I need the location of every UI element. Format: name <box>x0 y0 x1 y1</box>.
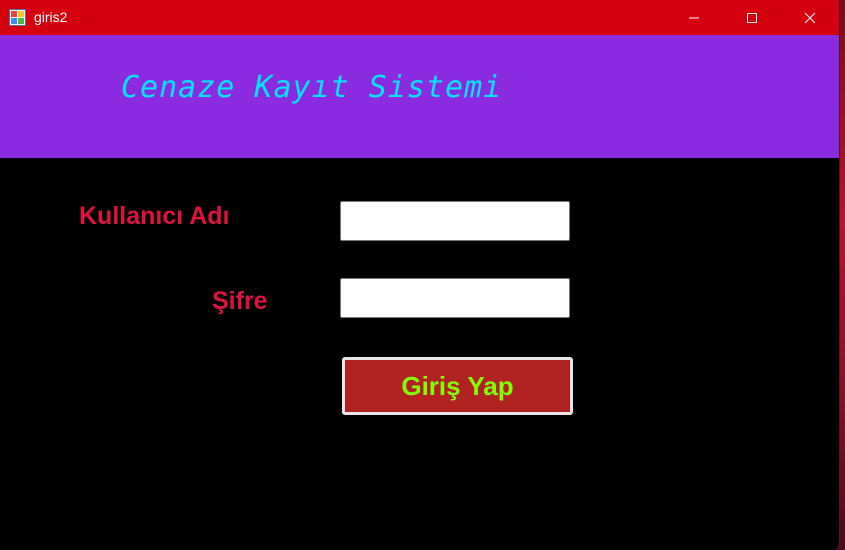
username-label: Kullanıcı Adı <box>79 202 230 230</box>
password-label: Şifre <box>212 287 268 315</box>
password-input[interactable] <box>340 278 570 318</box>
maximize-icon <box>747 12 757 23</box>
title-bar[interactable]: giris2 <box>0 0 839 35</box>
close-button[interactable] <box>781 0 839 35</box>
app-window: giris2 Cenaze Kayıt Sistemi Kullanıcı Ad… <box>0 0 840 550</box>
minimize-button[interactable] <box>665 0 723 35</box>
minimize-icon <box>689 17 699 18</box>
login-button[interactable]: Giriş Yap <box>342 357 573 415</box>
app-heading: Cenaze Kayıt Sistemi <box>121 70 503 105</box>
window-title: giris2 <box>34 9 68 25</box>
app-icon <box>9 9 26 26</box>
maximize-button[interactable] <box>723 0 781 35</box>
close-icon <box>804 12 816 23</box>
username-input[interactable] <box>340 201 570 241</box>
header-panel: Cenaze Kayıt Sistemi <box>0 35 839 158</box>
